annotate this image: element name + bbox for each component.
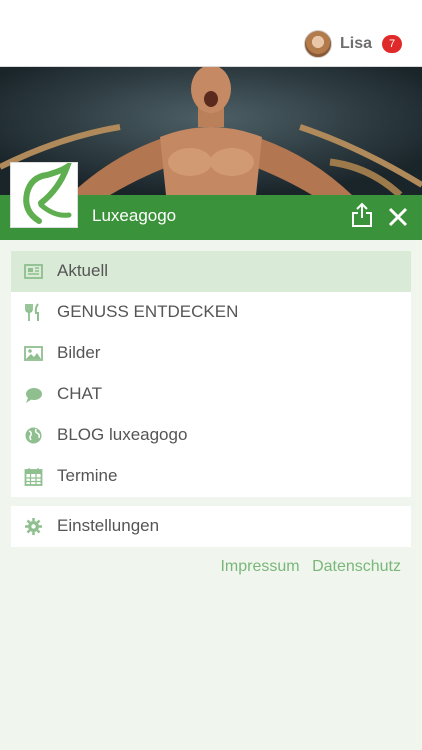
share-button[interactable] [351,202,373,228]
brand-logo [10,159,78,228]
top-bar: Lisa 7 [0,0,422,67]
close-button[interactable] [388,207,408,227]
user-name[interactable]: Lisa [340,35,372,53]
menu-item-chat[interactable]: CHAT [11,374,411,415]
impressum-link[interactable]: Impressum [220,558,299,575]
brand-name: Luxeagogo [92,206,177,225]
close-icon [388,207,408,227]
menu-item-termine[interactable]: Termine [11,456,411,497]
menu-item-aktuell[interactable]: Aktuell [11,251,411,292]
newspaper-icon [24,264,43,279]
gear-icon [25,518,42,535]
user-avatar[interactable] [303,30,332,58]
fork-knife-icon [25,303,39,321]
image-icon [24,346,43,361]
menu-item-einstellungen[interactable]: Einstellungen [11,506,411,547]
user-menu[interactable]: Lisa 7 [303,30,402,58]
menu-item-bilder[interactable]: Bilder [11,333,411,374]
menu-item-label: Termine [57,466,118,485]
menu-item-label: BLOG luxeagogo [57,425,188,444]
menu-item-label: CHAT [57,384,103,403]
chat-bubble-icon [26,388,42,403]
calendar-icon [24,468,43,486]
notification-badge[interactable]: 7 [382,35,402,53]
footer-links: Impressum Datenschutz [212,558,401,576]
globe-icon [25,427,42,444]
menu-item-label: Aktuell [57,261,109,280]
menu-item-label: Bilder [57,343,101,362]
menu-item-genuss[interactable]: GENUSS ENTDECKEN [11,292,411,333]
nav-menu: Aktuell GENUSS ENTDECKEN Bilder CHAT BLO… [11,251,411,497]
share-icon [352,202,372,227]
settings-label: Einstellungen [57,516,160,535]
menu-item-label: GENUSS ENTDECKEN [57,302,239,321]
menu-item-blog[interactable]: BLOG luxeagogo [11,415,411,456]
leaf-logo-icon [23,159,73,224]
datenschutz-link[interactable]: Datenschutz [312,558,401,575]
